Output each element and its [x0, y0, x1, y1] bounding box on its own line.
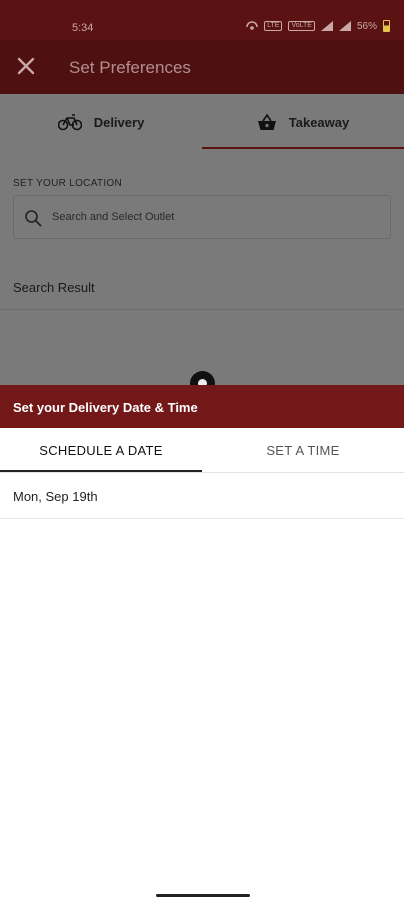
- tab-delivery-label: Delivery: [93, 114, 145, 130]
- signal-icon: [320, 21, 333, 31]
- sheet-tab-indicator: [0, 470, 202, 472]
- lte-badge: LTE: [264, 21, 283, 31]
- tab-indicator: [202, 147, 404, 149]
- search-placeholder: Search and Select Outlet: [52, 211, 175, 223]
- date-value: Mon, Sep 19th: [13, 489, 98, 504]
- location-section-label: SET YOUR LOCATION: [13, 178, 123, 189]
- sheet-tabs: SCHEDULE A DATE SET A TIME: [0, 428, 404, 473]
- status-bar: 5:34 LTE VoLTE 56%: [0, 0, 404, 40]
- sheet-title: Set your Delivery Date & Time: [0, 385, 404, 428]
- preference-tabs: Delivery Takeaway: [0, 94, 404, 150]
- divider: [0, 309, 404, 310]
- search-result-title: Search Result: [13, 280, 95, 295]
- page-title: Set Preferences: [69, 58, 191, 77]
- outlet-search-input[interactable]: Search and Select Outlet: [13, 195, 391, 239]
- tab-takeaway[interactable]: Takeaway: [202, 94, 404, 150]
- signal-icon-2: [338, 21, 351, 31]
- status-time: 5:34: [72, 22, 94, 34]
- search-icon: [25, 210, 42, 227]
- status-icons: LTE VoLTE 56%: [246, 20, 390, 32]
- volte-badge: VoLTE: [288, 21, 315, 31]
- tab-delivery[interactable]: Delivery: [0, 94, 202, 150]
- tab-set-time[interactable]: SET A TIME: [202, 428, 404, 473]
- app-bar: Set Preferences: [0, 40, 404, 94]
- tab-takeaway-label: Takeaway: [288, 114, 350, 130]
- battery-percent: 56%: [356, 20, 377, 32]
- tab-schedule-date[interactable]: SCHEDULE A DATE: [0, 428, 202, 473]
- date-list-item[interactable]: Mon, Sep 19th: [0, 474, 404, 519]
- home-indicator[interactable]: [156, 894, 250, 897]
- close-icon[interactable]: [14, 54, 38, 78]
- bicycle-icon: [57, 114, 82, 131]
- hotspot-icon: [246, 21, 258, 30]
- basket-icon: [257, 113, 276, 130]
- battery-icon: [383, 20, 390, 32]
